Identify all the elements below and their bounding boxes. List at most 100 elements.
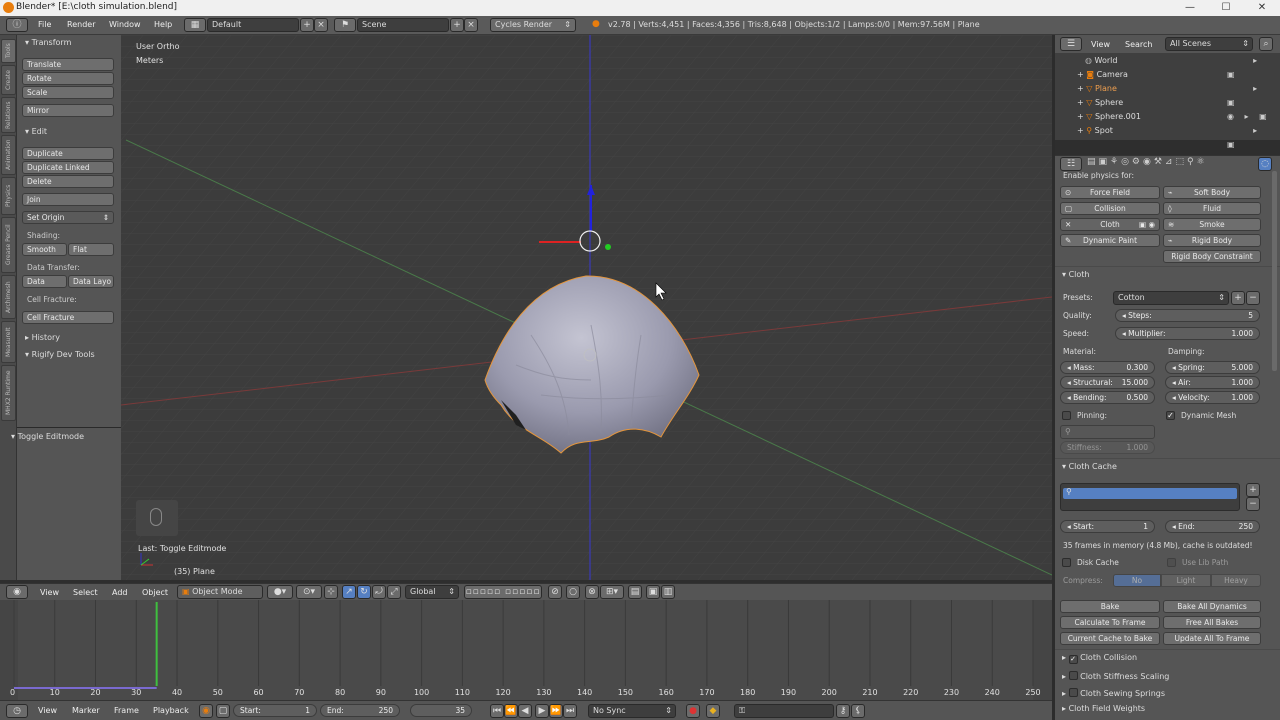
free-all-bakes-button[interactable]: Free All Bakes [1163, 616, 1261, 629]
menu-object[interactable]: Object [142, 588, 168, 597]
scene-icon[interactable]: ⚑ [334, 18, 356, 32]
tab-mhx2-runtime[interactable]: MHX2 Runtime [1, 365, 16, 421]
layers-grid[interactable]: ▫▫▫▫▫ ▫▫▫▫▫ [464, 585, 542, 599]
jump-key-forward-icon[interactable]: ⏩ [549, 704, 563, 718]
mode-selector[interactable]: ▣ Object Mode [177, 585, 263, 599]
jump-end-icon[interactable]: ⏭ [563, 704, 577, 718]
cloth-panel-header[interactable]: ▾ Cloth [1062, 270, 1089, 279]
remove-scene-icon[interactable]: × [464, 18, 478, 32]
bake-all-dynamics-button[interactable]: Bake All Dynamics [1163, 600, 1261, 613]
tab-physics[interactable]: Physics [1, 177, 16, 215]
air-field[interactable]: ◂ Air: 1.000 [1165, 376, 1260, 389]
delete-key-icon[interactable]: ⚸ [851, 704, 865, 718]
menu-frame[interactable]: Frame [114, 706, 139, 715]
properties-context-icons[interactable]: ▤▣⚘◎⚙◉⚒⊿⬚⚲⚛ [1087, 157, 1208, 167]
editor-type-icon[interactable]: ☷ [1060, 157, 1082, 171]
menu-select[interactable]: Select [73, 588, 98, 597]
tab-animation[interactable]: Animation [1, 135, 16, 175]
cloth-collision-panel-header[interactable]: ▸ ✓ Cloth Collision [1062, 653, 1137, 664]
viewport-shading-icon[interactable]: ●▾ [267, 585, 293, 599]
steps-field[interactable]: ◂ Steps: 5 [1115, 309, 1260, 322]
add-preset-icon[interactable]: + [1231, 291, 1245, 305]
data-layout-button[interactable]: Data Layo [68, 275, 114, 288]
physics-context-icon[interactable]: ◌ [1258, 157, 1272, 171]
menu-help[interactable]: Help [154, 20, 172, 29]
fluid-button[interactable]: ◊ Fluid [1163, 202, 1261, 215]
cache-start-field[interactable]: ◂ Start: 1 [1060, 520, 1155, 533]
translate-button[interactable]: Translate [22, 58, 114, 71]
rigify-panel-header[interactable]: ▾ Rigify Dev Tools [25, 350, 95, 359]
cache-list-item[interactable]: ⚲ [1063, 487, 1237, 499]
tab-measureit[interactable]: MeasureIt [1, 321, 16, 363]
menu-playback[interactable]: Playback [153, 706, 189, 715]
collision-button[interactable]: ▢ Collision [1060, 202, 1160, 215]
calculate-to-frame-button[interactable]: Calculate To Frame [1060, 616, 1160, 629]
minimize-button[interactable]: — [1172, 0, 1208, 16]
compress-light-button[interactable]: Light [1161, 574, 1211, 587]
menu-add[interactable]: Add [112, 588, 128, 597]
outliner-search-menu[interactable]: Search [1125, 40, 1152, 49]
disk-cache-checkbox[interactable] [1062, 558, 1071, 567]
start-frame-field[interactable]: Start: 1 [233, 704, 317, 717]
editor-type-icon[interactable]: ◷ [6, 704, 28, 718]
cloth-collision-checkbox[interactable]: ✓ [1068, 655, 1078, 664]
flat-button[interactable]: Flat [68, 243, 114, 256]
menu-render[interactable]: Render [67, 20, 95, 29]
scale-button[interactable]: Scale [22, 86, 114, 99]
keyframe-icon[interactable]: ◆ [706, 704, 720, 718]
pivot-point-icon[interactable]: ⊙▾ [296, 585, 322, 599]
manipulator-icon[interactable]: ⊹ [324, 585, 338, 599]
jump-start-icon[interactable]: ⏮ [490, 704, 504, 718]
sync-selector[interactable]: No Sync ⇕ [588, 704, 676, 718]
outliner-search-icon[interactable]: ⌕ [1259, 37, 1273, 51]
layout-icon[interactable]: ▦ [184, 18, 206, 32]
compress-no-button[interactable]: No [1113, 574, 1161, 587]
structural-field[interactable]: ◂ Structural: 15.000 [1060, 376, 1155, 389]
timeline-canvas[interactable]: 0 10 20 30 40 50 60 70 80 90 100 110 120 130 140 150 160… [0, 600, 1052, 700]
viewport-canvas[interactable] [121, 35, 1052, 580]
velocity-field[interactable]: ◂ Velocity: 1.000 [1165, 391, 1260, 404]
play-icon[interactable]: ▶ [535, 704, 549, 718]
multiplier-field[interactable]: ◂ Multiplier: 1.000 [1115, 327, 1260, 340]
mirror-button[interactable]: Mirror [22, 104, 114, 117]
timeline-area[interactable]: 0 10 20 30 40 50 60 70 80 90 100 110 120 130 140 150 160… [0, 600, 1052, 700]
add-scene-icon[interactable]: + [450, 18, 464, 32]
mass-field[interactable]: ◂ Mass: 0.300 [1060, 361, 1155, 374]
record-icon[interactable]: ◉ [199, 704, 213, 718]
menu-tl-view[interactable]: View [38, 706, 57, 715]
snap-icon[interactable]: ⊗ [585, 585, 599, 599]
editor-type-icon[interactable]: ⓘ [6, 18, 28, 32]
set-origin-dropdown[interactable]: Set Origin ⇕ [22, 211, 114, 224]
delete-button[interactable]: Delete [22, 175, 114, 188]
transform-panel-header[interactable]: ▾ Transform [25, 38, 71, 47]
bending-field[interactable]: ◂ Bending: 0.500 [1060, 391, 1155, 404]
dynamic-mesh-checkbox[interactable]: ✓ [1166, 411, 1175, 420]
orientation-selector[interactable]: Global ⇕ [405, 585, 459, 599]
close-button[interactable]: ✕ [1244, 0, 1280, 16]
cache-end-field[interactable]: ◂ End: 250 [1165, 520, 1260, 533]
bake-button[interactable]: Bake [1060, 600, 1160, 613]
presets-selector[interactable]: Cotton ⇕ [1113, 291, 1229, 305]
maximize-button[interactable]: ☐ [1208, 0, 1244, 16]
spring-field[interactable]: ◂ Spring: 5.000 [1165, 361, 1260, 374]
edit-panel-header[interactable]: ▾ Edit [25, 127, 47, 136]
join-button[interactable]: Join [22, 193, 114, 206]
cell-fracture-button[interactable]: Cell Fracture [22, 311, 114, 324]
menu-marker[interactable]: Marker [72, 706, 100, 715]
data-button[interactable]: Data [22, 275, 67, 288]
scene-filter-selector[interactable]: All Scenes ⇕ [1165, 37, 1253, 51]
rotate-manipulator-icon[interactable]: ↻ [357, 585, 371, 599]
dynamic-paint-button[interactable]: ✎ Dynamic Paint [1060, 234, 1160, 247]
3d-viewport[interactable]: User Ortho Meters Last: Toggle Editmode … [121, 35, 1052, 580]
cloth-cache-panel-header[interactable]: ▾ Cloth Cache [1062, 462, 1117, 471]
render-preview-icon[interactable]: ▤ [628, 585, 642, 599]
tab-tools[interactable]: Tools [1, 39, 16, 63]
remove-cache-icon[interactable]: − [1246, 497, 1260, 511]
cloth-field-weights-panel-header[interactable]: ▸ Cloth Field Weights [1062, 704, 1145, 713]
rigid-body-constraint-button[interactable]: Rigid Body Constraint [1163, 250, 1261, 263]
cloth-stiffness-panel-header[interactable]: ▸ Cloth Stiffness Scaling [1062, 670, 1169, 681]
render-engine-selector[interactable]: Cycles Render ⇕ [490, 18, 576, 32]
outliner-view-menu[interactable]: View [1091, 40, 1110, 49]
play-reverse-icon[interactable]: ◀ [518, 704, 532, 718]
update-all-to-frame-button[interactable]: Update All To Frame [1163, 632, 1261, 645]
